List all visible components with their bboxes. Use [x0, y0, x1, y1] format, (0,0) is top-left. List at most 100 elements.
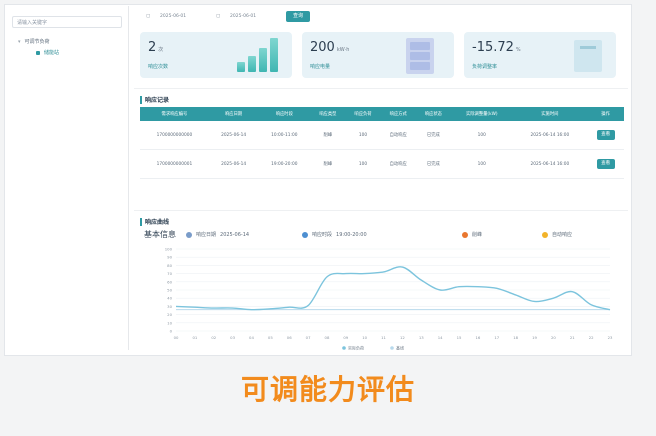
type-tag: 削峰: [462, 231, 482, 238]
records-panel: 响应记录 需求响应编号 响应日期 响应时段 响应类型 响应负荷 响应方式 响应状…: [134, 88, 628, 205]
table-cell: 查看: [587, 149, 624, 179]
table-cell: 已完成: [415, 149, 451, 179]
table-row: 1700000000000 2025-06-14 10:00-11:00 削峰 …: [140, 121, 624, 150]
x-tick-label: 10: [362, 335, 367, 340]
x-tick-label: 19: [532, 335, 537, 340]
tree-child-item[interactable]: 储能站: [36, 49, 59, 56]
tree-child-label: 储能站: [44, 50, 60, 56]
stat-card-count: 2次 响应次数: [140, 32, 292, 78]
column-header: 操作: [587, 107, 624, 121]
x-tick-label: 03: [230, 335, 235, 340]
legend-marker: [390, 346, 394, 350]
table-cell: 2025-06-14: [208, 149, 259, 179]
x-tick-label: 13: [419, 335, 424, 340]
legend-label: 实际负荷: [348, 345, 364, 351]
cabinet-icon: [406, 38, 434, 74]
table-cell: 自动响应: [380, 149, 416, 179]
filter-bar: ▢ 2025-06-01 ▢ 2025-06-01 查询: [140, 10, 620, 26]
table-cell: 100: [345, 149, 381, 179]
clock-icon: [302, 231, 308, 238]
table-cell: 1700000000001: [140, 149, 209, 179]
table-row: 1700000000001 2025-06-14 19:00-20:00 削峰 …: [140, 149, 624, 179]
tree-root-item[interactable]: ▾ 可调节负荷: [18, 38, 50, 46]
x-tick-label: 00: [174, 335, 179, 340]
x-tick-label: 02: [211, 335, 216, 340]
column-header: 需求响应编号: [140, 107, 209, 121]
column-header: 响应日期: [208, 107, 259, 121]
column-header: 响应类型: [310, 107, 346, 121]
y-tick-label: 100: [165, 247, 173, 252]
table-cell: 自动响应: [380, 121, 416, 150]
x-tick-label: 20: [551, 335, 556, 340]
x-tick-label: 04: [249, 335, 254, 340]
calendar-icon: [186, 231, 192, 238]
sidebar: 请输入关键字 ▾ 可调节负荷 储能站: [6, 6, 129, 350]
x-tick-label: 16: [475, 335, 480, 340]
y-tick-label: 50: [167, 288, 172, 293]
date-info: 响应日期 2025-06-14: [186, 231, 249, 238]
y-tick-label: 80: [167, 263, 172, 268]
y-tick-label: 40: [167, 296, 172, 301]
table-cell: 1700000000000: [140, 121, 209, 150]
table-cell: 已完成: [415, 121, 451, 150]
view-button[interactable]: 查看: [596, 159, 615, 169]
table-cell: 100: [450, 121, 513, 150]
calendar-icon: ▢: [216, 14, 221, 19]
x-tick-label: 06: [287, 335, 292, 340]
x-tick-label: 12: [400, 335, 405, 340]
curve-panel: 响应曲线 基本信息 响应日期 2025-06-14 响应时段 19:00-20:…: [134, 210, 628, 353]
x-tick-label: 01: [192, 335, 197, 340]
table-cell: 查看: [587, 121, 624, 150]
y-tick-label: 30: [167, 304, 172, 309]
stat-label: 负荷调整率: [472, 64, 498, 70]
column-header: 响应方式: [380, 107, 416, 121]
legend-marker: [342, 346, 346, 350]
table-cell: 2025-06-14 16:00: [512, 149, 588, 179]
stat-card-energy: 200 kW·h 响应电量: [302, 32, 454, 78]
flame-icon: [462, 231, 468, 238]
view-button[interactable]: 查看: [596, 130, 615, 140]
table-cell: 10:00-11:00: [258, 121, 311, 150]
document-icon: [574, 40, 602, 72]
x-tick-label: 18: [513, 335, 518, 340]
curve-subtitle: 基本信息: [144, 230, 176, 239]
end-date-input[interactable]: 2025-06-01: [230, 12, 256, 22]
curve-title: 响应曲线: [140, 217, 169, 226]
column-header: 实际调整量(kW): [450, 107, 513, 121]
x-tick-label: 21: [570, 335, 575, 340]
column-header: 响应负荷: [345, 107, 381, 121]
column-header: 响应状态: [415, 107, 451, 121]
response-curve-chart: 0 10 20 30 40 50 60 70 80 90 100 00 01 02 03 04 05 06 07 08…: [165, 247, 613, 351]
stat-value: 200 kW·h: [310, 40, 350, 55]
mode-tag-label: 自动响应: [552, 232, 573, 238]
lightning-icon: [542, 231, 548, 238]
period-value: 19:00-20:00: [336, 231, 367, 238]
table-cell: 2025-06-14: [208, 121, 259, 150]
records-table: 需求响应编号 响应日期 响应时段 响应类型 响应负荷 响应方式 响应状态 实际调…: [140, 107, 624, 179]
tree-root-label: 可调节负荷: [24, 39, 50, 45]
x-tick-label: 05: [268, 335, 273, 340]
table-cell: 削峰: [310, 149, 346, 179]
stat-value: -15.72%: [472, 40, 521, 55]
y-tick-label: 60: [167, 279, 172, 284]
column-header: 实施时间: [512, 107, 588, 121]
query-button[interactable]: 查询: [286, 11, 310, 22]
mode-tag: 自动响应: [542, 231, 572, 238]
legend-label: 基线: [396, 345, 404, 351]
x-tick-label: 07: [306, 335, 311, 340]
x-tick-label: 09: [343, 335, 348, 340]
stat-value: 2次: [148, 40, 164, 55]
y-tick-label: 20: [167, 312, 172, 317]
records-title: 响应记录: [140, 95, 169, 104]
table-cell: 19:00-20:00: [258, 149, 311, 179]
period-info: 响应时段 19:00-20:00: [302, 231, 367, 238]
sidebar-search-input[interactable]: 请输入关键字: [12, 16, 122, 28]
start-date-input[interactable]: 2025-06-01: [160, 12, 186, 22]
y-tick-label: 90: [167, 255, 172, 260]
x-tick-label: 14: [438, 335, 443, 340]
x-tick-label: 17: [494, 335, 499, 340]
table-cell: 2025-06-14 16:00: [512, 121, 588, 150]
stat-label: 响应电量: [310, 64, 331, 70]
y-tick-label: 0: [170, 329, 173, 334]
caption-title: 可调能力评估: [240, 373, 415, 406]
